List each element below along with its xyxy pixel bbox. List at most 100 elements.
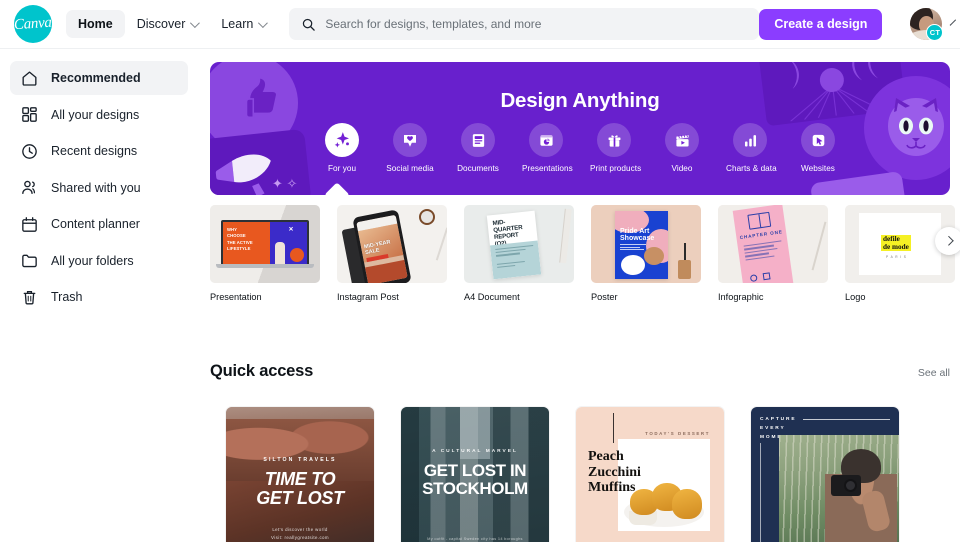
nav-item-discover[interactable]: Discover [125,10,210,38]
heart-speech-bubble-icon [404,135,416,147]
banner-category-charts-and-data[interactable]: Charts & data [726,123,777,173]
sidebar-item-shared-with-you[interactable]: Shared with you [10,171,188,205]
template-name: Instagram Post [337,292,399,302]
infographic-icon [749,274,758,283]
template-card-instagram-post[interactable]: MID-YEAR SALE Instagram Post [337,205,447,302]
canva-logo[interactable]: Canva [14,5,52,43]
infographic-icon [762,272,771,281]
quick-access-see-all-link[interactable]: See all [918,367,950,379]
infographic-text-block [743,240,784,263]
poster-sheet: Pride Art Showcase [615,211,668,279]
pencil [435,227,447,261]
text-line [620,244,646,245]
chapter-one-pink-art: CHAPTER ONE [718,205,828,283]
search-bar[interactable]: Search for designs, templates, and more [289,8,760,40]
template-name: Infographic [718,292,764,302]
quick-access-card-peach-zucchini-muffins[interactable]: TODAY'S DESSERT PeachZucchiniMuffins The… [576,407,724,542]
slide-left-panel: WHY CHOOSE THE ACTIVE LIFESTYLE [223,222,271,264]
template-card-presentation[interactable]: WHY CHOOSE THE ACTIVE LIFESTYLE ✕ Presen… [210,205,320,302]
text-line [497,264,516,268]
sidebar-item-content-planner[interactable]: Content planner [10,207,188,241]
sidebar-item-recent-designs[interactable]: Recent designs [10,134,188,168]
template-thumbnail: CHAPTER ONE [718,205,828,283]
slide-dot [290,248,304,262]
sidebar-item-recommended[interactable]: Recommended [10,61,188,95]
clapperboard-play-icon-wrap [665,123,699,157]
post-food-photo [365,259,408,283]
slide-right-panel: ✕ [270,222,307,264]
text-line [495,252,520,257]
card-title: TIME TO GET LOST [256,469,344,508]
banner-shape-bottom-right [809,170,911,195]
template-thumbnail: MID-YEAR SALE [337,205,447,283]
sidebar-item-label: Trash [51,290,83,304]
slide-person [275,242,286,264]
poster-subtext [620,244,646,252]
banner-category-for-you[interactable]: For you [318,123,366,173]
banner-category-label: Social media [386,164,434,173]
template-next-button[interactable] [935,227,960,255]
chevron-down-icon [190,17,201,28]
banner-category-print-products[interactable]: Print products [590,123,642,173]
sidebar-item-all-your-designs[interactable]: All your designs [10,98,188,132]
quick-access-title: Quick access [210,362,314,380]
sidebar-item-label: Content planner [51,217,140,231]
divider-line [613,413,615,443]
banner-category-video[interactable]: Video [658,123,706,173]
photographer-photo [779,435,899,542]
avatar[interactable]: CT [910,8,944,41]
pride-art-showcase-art: Pride Art Showcase [591,205,701,283]
nav-item-learn[interactable]: Learn [209,10,277,38]
template-card-a4-document[interactable]: MID-QUARTERREPORT(Q2) [464,205,574,302]
template-row: WHY CHOOSE THE ACTIVE LIFESTYLE ✕ Presen… [210,205,960,302]
poster-blob [644,247,664,265]
card-kicker: SILTON TRAVELS [263,457,337,463]
template-name: Logo [845,292,866,302]
grid-icon [22,107,37,122]
sidebar-item-all-your-folders[interactable]: All your folders [10,244,188,278]
quick-access-header: Quick access See all [210,362,950,381]
quick-access-card-capture-every-moment[interactable]: CAPTURE EVERY MOMENT [751,407,899,542]
logo-tagline: P A R I S [886,255,907,259]
banner-category-label: Video [671,164,693,173]
report-body [489,240,542,280]
sidebar-item-trash[interactable]: Trash [10,280,188,314]
infographic-sheet: CHAPTER ONE [732,205,794,283]
nav-item-home[interactable]: Home [66,10,125,38]
calendar-icon [22,216,37,232]
search-input[interactable]: Search for designs, templates, and more [325,17,541,31]
banner-category-websites[interactable]: Websites [794,123,842,173]
clock-icon [22,143,37,159]
quick-access-card-time-to-get-lost[interactable]: SILTON TRAVELS TIME TO GET LOST Let's dis… [226,407,374,542]
card-footer: Let's discover the world Visit: reallygre… [271,527,329,540]
template-thumbnail: MID-QUARTERREPORT(Q2) [464,205,574,283]
canva-homepage: Canva Home Discover Learn Search for des… [0,0,960,542]
banner-category-presentations[interactable]: Presentations [522,123,573,173]
template-strip: WHY CHOOSE THE ACTIVE LIFESTYLE ✕ Presen… [210,205,960,320]
quick-access-card-get-lost-in-stockholm[interactable]: A CULTURAL MARVEL GET LOST IN STOCKHOLM M… [401,407,549,542]
phone-screen: MID-YEAR SALE [356,214,408,283]
account-menu-chevron-down-icon[interactable] [950,19,957,26]
slide-text: WHY CHOOSE THE ACTIVE LIFESTYLE [227,227,253,251]
banner-title: Design Anything [500,89,660,112]
gift-icon-wrap [597,123,631,157]
template-card-infographic[interactable]: CHAPTER ONE Infographic [718,205,828,302]
camera-lens [844,479,857,492]
poster-title: Pride Art Showcase [620,228,655,243]
template-card-poster[interactable]: Pride Art Showcase Poster [591,205,701,302]
sidebar-item-label: All your folders [51,253,134,268]
presentation-chart-icon-wrap [529,123,563,157]
poster-blob [621,255,645,275]
template-card-logo[interactable]: defile de mode P A R I S Logo [845,205,955,302]
banner-category-social-media[interactable]: Social media [386,123,434,173]
infographic-title: CHAPTER ONE [739,229,784,241]
banner-category-label: Print products [590,164,642,173]
create-a-design-button[interactable]: Create a design [759,8,883,40]
heart-speech-bubble-icon-wrap [393,123,427,157]
banner-category-documents[interactable]: Documents [454,123,502,173]
divider-line [760,443,761,542]
card-title: Peach Zucchini Muffins [588,449,641,496]
document-icon-wrap [461,123,495,157]
people-icon [22,180,36,195]
ruler [559,208,572,264]
